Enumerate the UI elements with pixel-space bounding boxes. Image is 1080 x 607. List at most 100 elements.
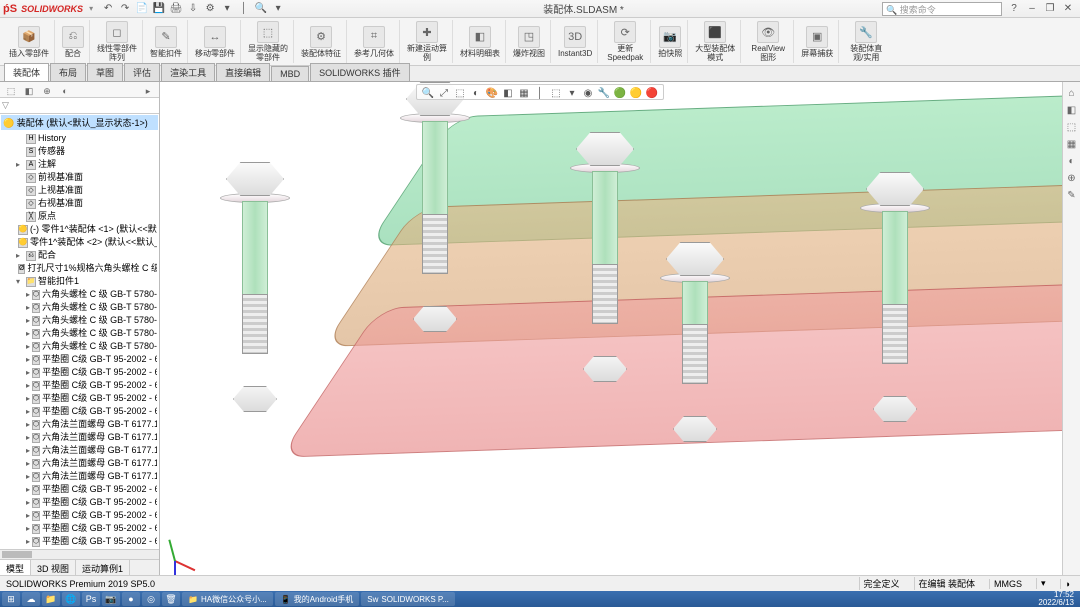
taskbar-pin[interactable]: 🌐 — [62, 592, 80, 606]
view-toolbar-button[interactable]: ⤢ — [437, 86, 451, 100]
tree-twisty-icon[interactable]: ▸ — [26, 353, 30, 366]
ribbon-tab[interactable]: 布局 — [50, 63, 86, 81]
status-extra-icon[interactable]: ◑ — [1060, 579, 1074, 589]
tree-fastener-node[interactable]: ▸⬡平垫圈 C级 GB-T 95-2002 - 6<16> - — [2, 366, 157, 379]
window-button[interactable]: ❐ — [1042, 3, 1058, 14]
taskbar-task[interactable]: 📱我的Android手机 — [275, 592, 360, 606]
ribbon-tab[interactable]: SOLIDWORKS 插件 — [310, 63, 410, 81]
tree-hscrollbar[interactable] — [0, 549, 159, 559]
view-toolbar-button[interactable]: ⬚ — [549, 86, 563, 100]
view-toolbar-button[interactable]: ▦ — [517, 86, 531, 100]
tree-bottom-tab[interactable]: 模型 — [0, 560, 31, 575]
view-toolbar-button[interactable]: ◧ — [501, 86, 515, 100]
view-toolbar-button[interactable]: 🔍 — [421, 86, 435, 100]
taskbar-pin[interactable]: 📷 — [102, 592, 120, 606]
tree-node[interactable]: ◇上视基准面 — [2, 184, 157, 197]
ribbon-button[interactable]: 📦插入零部件 — [7, 25, 51, 59]
tree-twisty-icon[interactable]: ▸ — [26, 392, 30, 405]
task-pane-tab[interactable]: ⬚ — [1065, 120, 1079, 134]
view-toolbar-button[interactable]: 🟡 — [629, 86, 643, 100]
tree-fastener-node[interactable]: ▸⬡六角头螺栓 C 级 GB-T 5780-2000 - N — [2, 301, 157, 314]
tree-twisty-icon[interactable]: ▸ — [26, 470, 30, 483]
tree-fastener-node[interactable]: ▸⬡平垫圈 C级 GB-T 95-2002 - 6<15> - — [2, 405, 157, 418]
tree-twisty-icon[interactable]: ▸ — [26, 496, 30, 509]
tree-node[interactable]: S传感器 — [2, 145, 157, 158]
bolt-assembly[interactable] — [400, 82, 470, 332]
tree-node[interactable]: ▾📁智能扣件1 — [2, 275, 157, 288]
ribbon-button[interactable]: ↔移动零部件 — [193, 25, 237, 59]
tree-node[interactable]: Ø打孔尺寸1%规格六角头螺栓 C 级的类型1 — [2, 262, 157, 275]
ribbon-tab[interactable]: MBD — [271, 66, 309, 81]
qat-button[interactable]: ⇩ — [186, 2, 200, 16]
qat-button[interactable]: ⚙ — [203, 2, 217, 16]
tree-node[interactable]: ◇右视基准面 — [2, 197, 157, 210]
tree-tab-display-icon[interactable]: ◐ — [58, 84, 72, 98]
tree-fastener-node[interactable]: ▸⬡平垫圈 C级 GB-T 95-2002 - 6<17> - — [2, 353, 157, 366]
tree-twisty-icon[interactable]: ▸ — [26, 301, 30, 314]
tree-twisty-icon[interactable]: ▸ — [26, 418, 30, 431]
tree-fastener-node[interactable]: ▸⬡六角法兰面螺母 GB-T 6177.1-2000 - — [2, 457, 157, 470]
qat-button[interactable]: ▾ — [220, 2, 234, 16]
qat-button[interactable]: 🖨 — [169, 2, 183, 16]
tree-fastener-node[interactable]: ▸⬡六角法兰面螺母 GB-T 6177.1-2000 - — [2, 418, 157, 431]
tree-twisty-icon[interactable]: ▸ — [26, 379, 30, 392]
window-button[interactable]: – — [1024, 3, 1040, 14]
tree-twisty-icon[interactable]: ▸ — [26, 535, 30, 548]
ribbon-tab[interactable]: 直接编辑 — [216, 63, 270, 81]
tree-node[interactable]: 🟡零件1^装配体 <2> (默认<<默认_显示 — [2, 236, 157, 249]
task-pane-tab[interactable]: ⊕ — [1065, 171, 1079, 185]
taskbar-clock[interactable]: 17:522022/6/13 — [1038, 591, 1078, 607]
tree-twisty-icon[interactable]: ▸ — [26, 288, 30, 301]
tree-fastener-node[interactable]: ▸⬡六角法兰面螺母 GB-T 6177.1-2000 - — [2, 444, 157, 457]
ribbon-tab[interactable]: 草图 — [87, 63, 123, 81]
tree-twisty-icon[interactable]: ▸ — [26, 509, 30, 522]
tree-fastener-node[interactable]: ▸⬡平垫圈 C级 GB-T 95-2002 - 6<21> - — [2, 496, 157, 509]
ribbon-button[interactable]: ◳爆炸视图 — [511, 25, 547, 59]
task-pane-tab[interactable]: ✎ — [1065, 188, 1079, 202]
qat-button[interactable]: ↷ — [118, 2, 132, 16]
qat-button[interactable]: 💾 — [152, 2, 166, 16]
tree-twisty-icon[interactable]: ▾ — [16, 275, 24, 288]
tree-fastener-node[interactable]: ▸⬡平垫圈 C级 GB-T 95-2002 - 6<18> - — [2, 535, 157, 548]
ribbon-tab[interactable]: 评估 — [124, 63, 160, 81]
task-pane-tab[interactable]: ◧ — [1065, 103, 1079, 117]
tree-twisty-icon[interactable]: ▸ — [26, 314, 30, 327]
qat-button[interactable]: ▾ — [271, 2, 285, 16]
bolt-assembly[interactable] — [660, 242, 730, 442]
taskbar-task[interactable]: 📁HA微信公众号小... — [182, 592, 273, 606]
task-pane-tab[interactable]: ▦ — [1065, 137, 1079, 151]
tree-fastener-node[interactable]: ▸⬡六角头螺栓 C 级 GB-T 5780-2000 - N — [2, 327, 157, 340]
view-toolbar-button[interactable]: 🔧 — [597, 86, 611, 100]
tree-twisty-icon[interactable]: ▸ — [26, 457, 30, 470]
tree-node[interactable]: ╳原点 — [2, 210, 157, 223]
tree-node[interactable]: 🟡(-) 零件1^装配体 <1> (默认<<默认_显示 — [2, 223, 157, 236]
status-dropdown-icon[interactable]: ▾ — [1036, 578, 1050, 589]
tree-fastener-node[interactable]: ▸⬡六角法兰面螺母 GB-T 6177.1-2000 - — [2, 470, 157, 483]
tree-fastener-node[interactable]: ▸⬡六角头螺栓 C 级 GB-T 5780-2000 - N — [2, 314, 157, 327]
ribbon-button[interactable]: ⌗参考几何体 — [352, 25, 396, 59]
ribbon-button[interactable]: 📷拍快照 — [656, 25, 684, 59]
taskbar-pin[interactable]: ● — [122, 592, 140, 606]
tree-tab-property-icon[interactable]: ◧ — [22, 84, 36, 98]
tree-twisty-icon[interactable]: ▸ — [26, 340, 30, 353]
tree-twisty-icon[interactable]: ▸ — [26, 327, 30, 340]
tree-tab-feature-icon[interactable]: ⬚ — [4, 84, 18, 98]
graphics-viewport[interactable]: ⌂◧⬚▦◐⊕✎ — [160, 82, 1080, 575]
ribbon-button[interactable]: ⚙装配体特征 — [299, 25, 343, 59]
ribbon-button[interactable]: ⬛大型装配体模式 — [693, 20, 737, 63]
taskbar-pin[interactable]: Ps — [82, 592, 100, 606]
taskbar-pin[interactable]: ◎ — [142, 592, 160, 606]
ribbon-button[interactable]: ▣屏幕捕获 — [799, 25, 835, 59]
view-toolbar-button[interactable]: ▾ — [565, 86, 579, 100]
filter-icon[interactable]: ▽ — [2, 100, 9, 110]
tree-bottom-tab[interactable]: 3D 视图 — [31, 560, 76, 575]
view-toolbar-button[interactable]: 🎨 — [485, 86, 499, 100]
ribbon-button[interactable]: ⬚显示隐藏的零部件 — [246, 20, 290, 63]
view-toolbar-button[interactable]: ◐ — [469, 86, 483, 100]
qat-button[interactable]: ↶ — [101, 2, 115, 16]
tree-twisty-icon[interactable]: ▸ — [16, 249, 24, 262]
qat-button[interactable]: │ — [237, 2, 251, 16]
tree-fastener-node[interactable]: ▸⬡平垫圈 C级 GB-T 95-2002 - 6<22> - — [2, 483, 157, 496]
taskbar-task[interactable]: SwSOLIDWORKS P... — [361, 592, 455, 606]
qat-button[interactable]: 🔍 — [254, 2, 268, 16]
